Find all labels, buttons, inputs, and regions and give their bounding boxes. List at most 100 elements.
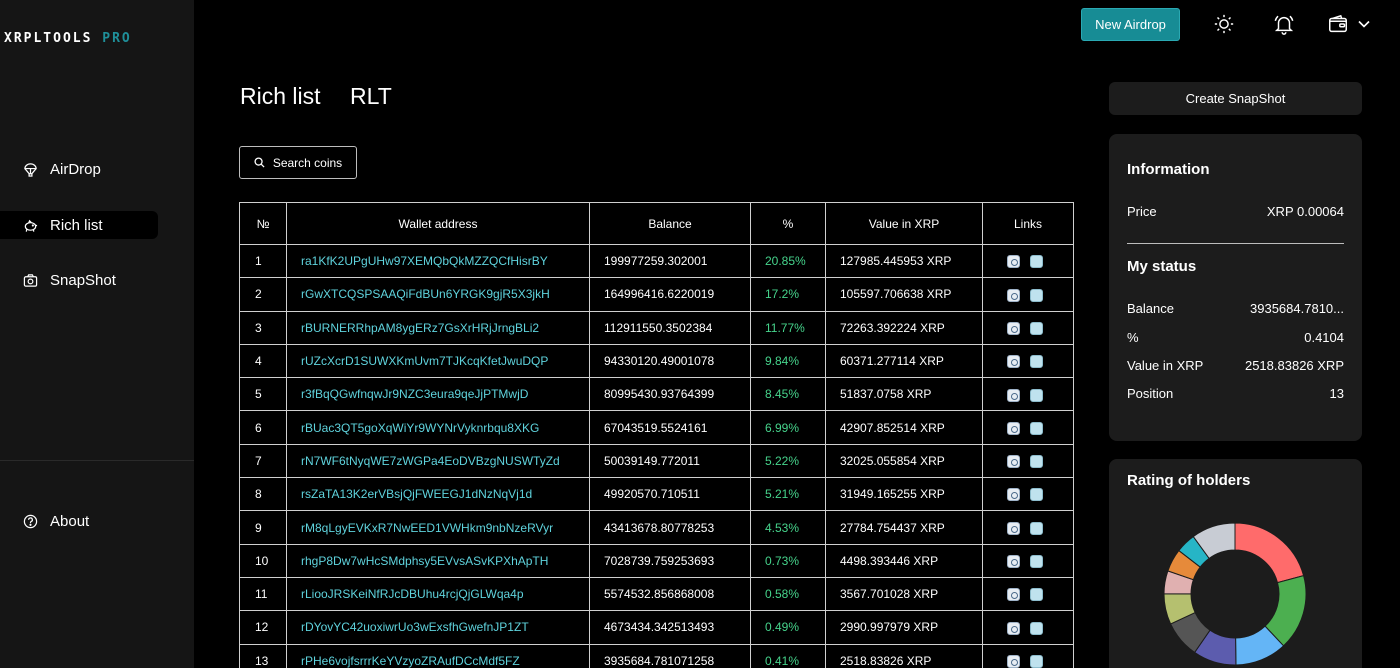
- table-row: 13 rPHe6vojfsrrrKeYVzyoZRAufDCcMdf5FZ 3935…: [239, 643, 1074, 668]
- balance-cell: 49920570.710511: [589, 477, 751, 512]
- explorer-link-icon[interactable]: [1007, 654, 1020, 668]
- wallet-address-link[interactable]: rBUac3QT5goXqWiYr9WYNrVyknrbqu8XKG: [286, 410, 590, 445]
- logo-text: XRPLTOOLS: [4, 31, 93, 46]
- explorer-link-icon[interactable]: [1007, 421, 1020, 435]
- external-link-icon[interactable]: [1030, 455, 1043, 469]
- links-cell: [982, 343, 1074, 379]
- table-row: 6 rBUac3QT5goXqWiYr9WYNrVyknrbqu8XKG 67043…: [239, 410, 1074, 445]
- my-status-title: My status: [1127, 258, 1197, 275]
- column-header: Value in XRP: [825, 202, 983, 245]
- value-xrp-cell: 3567.701028 XRP: [825, 576, 983, 612]
- table-row: 7 rN7WF6tNyqWE7zWGPa4EoDVBzgNUSWTyZd 50039…: [239, 443, 1074, 479]
- wallet-address-link[interactable]: r3fBqQGwfnqwJr9NZC3eura9qeJjPTMwjD: [286, 377, 590, 412]
- new-airdrop-button[interactable]: New Airdrop: [1081, 8, 1180, 41]
- external-link-icon[interactable]: [1030, 588, 1043, 602]
- external-link-icon[interactable]: [1030, 621, 1043, 635]
- sidebar-item-airdrop[interactable]: AirDrop: [0, 155, 158, 183]
- percent-cell: 4.53%: [750, 510, 826, 545]
- sidebar-item-about[interactable]: About: [0, 507, 158, 535]
- value-xrp-cell: 60371.277114 XRP: [825, 343, 983, 379]
- wallet-address-link[interactable]: rBURNERRhpAM8ygERz7GsXrHRjJrngBLi2: [286, 310, 590, 345]
- balance-cell: 67043519.5524161: [589, 410, 751, 445]
- create-snapshot-button[interactable]: Create SnapShot: [1109, 82, 1362, 115]
- explorer-link-icon[interactable]: [1007, 388, 1020, 402]
- sidebar: XRPLTOOLS PRO AirDrop Rich list SnapShot…: [0, 0, 194, 668]
- donut-slice[interactable]: [1234, 523, 1305, 584]
- row-number: 9: [239, 510, 287, 545]
- value-xrp-cell: 42907.852514 XRP: [825, 410, 983, 445]
- wallet-address-link[interactable]: rLiooJRSKeiNfRJcDBUhu4rcjQjGLWqa4p: [286, 576, 590, 612]
- explorer-link-icon[interactable]: [1007, 321, 1020, 335]
- sidebar-item-snapshot[interactable]: SnapShot: [0, 266, 158, 294]
- links-cell: [982, 377, 1074, 412]
- links-cell: [982, 610, 1074, 645]
- sidebar-item-rich-list[interactable]: Rich list: [0, 211, 158, 239]
- external-link-icon[interactable]: [1030, 421, 1043, 435]
- percent-cell: 5.22%: [750, 443, 826, 479]
- row-number: 4: [239, 343, 287, 379]
- external-link-icon[interactable]: [1030, 654, 1043, 668]
- table-row: 2 rGwXTCQSPSAAQiFdBUn6YRGK9gjR5X3jkH 16499…: [239, 277, 1074, 312]
- percent-cell: 20.85%: [750, 243, 826, 279]
- wallet-address-link[interactable]: rGwXTCQSPSAAQiFdBUn6YRGK9gjR5X3jkH: [286, 277, 590, 312]
- help-circle-icon: [22, 513, 38, 529]
- links-cell: [982, 243, 1074, 279]
- bell-icon[interactable]: [1272, 12, 1296, 36]
- explorer-link-icon[interactable]: [1007, 288, 1020, 302]
- wallet-address-link[interactable]: rPHe6vojfsrrrKeYVzyoZRAufDCcMdf5FZ: [286, 643, 590, 668]
- column-header: Balance: [589, 202, 751, 245]
- explorer-link-icon[interactable]: [1007, 521, 1020, 535]
- wallet-address-link[interactable]: rDYovYC42uoxiwrUo3wExsfhGwefnJP1ZT: [286, 610, 590, 645]
- search-coins-button[interactable]: Search coins: [239, 146, 357, 179]
- explorer-link-icon[interactable]: [1007, 588, 1020, 602]
- tab-rlt[interactable]: RLT: [350, 83, 392, 110]
- sidebar-item-label: Rich list: [50, 216, 103, 234]
- explorer-link-icon[interactable]: [1007, 554, 1020, 568]
- external-link-icon[interactable]: [1030, 288, 1043, 302]
- row-number: 6: [239, 410, 287, 445]
- wallet-address-link[interactable]: rhgP8Dw7wHcSMdphsy5EVvsASvKPXhApTH: [286, 543, 590, 578]
- wallet-address-link[interactable]: rUZcXcrD1SUWXKmUvm7TJKcqKfetJwuDQP: [286, 343, 590, 379]
- links-cell: [982, 510, 1074, 545]
- wallet-address-link[interactable]: ra1KfK2UPgUHw97XEMQbQkMZZQCfHisrBY: [286, 243, 590, 279]
- row-number: 8: [239, 477, 287, 512]
- wallet-icon[interactable]: [1326, 12, 1350, 36]
- external-link-icon[interactable]: [1030, 488, 1043, 502]
- chevron-down-icon[interactable]: [1354, 12, 1374, 36]
- external-link-icon[interactable]: [1030, 521, 1043, 535]
- table-row: 11 rLiooJRSKeiNfRJcDBUhu4rcjQjGLWqa4p 5574…: [239, 576, 1074, 612]
- explorer-link-icon[interactable]: [1007, 455, 1020, 469]
- table-row: 9 rM8qLgyEVKxR7NwEED1VWHkm9nbNzeRVyr 43413…: [239, 510, 1074, 545]
- status-label: Value in XRP: [1127, 358, 1204, 373]
- explorer-link-icon[interactable]: [1007, 621, 1020, 635]
- links-cell: [982, 310, 1074, 345]
- external-link-icon[interactable]: [1030, 388, 1043, 402]
- tab-rich-list[interactable]: Rich list: [240, 83, 321, 110]
- value-xrp-cell: 32025.055854 XRP: [825, 443, 983, 479]
- sidebar-item-label: SnapShot: [50, 271, 116, 289]
- explorer-link-icon[interactable]: [1007, 488, 1020, 502]
- explorer-link-icon[interactable]: [1007, 355, 1020, 369]
- explorer-link-icon[interactable]: [1007, 255, 1020, 269]
- app-logo[interactable]: XRPLTOOLS PRO: [4, 31, 132, 46]
- links-cell: [982, 410, 1074, 445]
- wallet-address-link[interactable]: rsZaTA13K2erVBsjQjFWEEGJ1dNzNqVj1d: [286, 477, 590, 512]
- status-label: Position: [1127, 386, 1174, 401]
- links-cell: [982, 543, 1074, 578]
- external-link-icon[interactable]: [1030, 255, 1043, 269]
- percent-cell: 17.2%: [750, 277, 826, 312]
- percent-cell: 0.41%: [750, 643, 826, 668]
- wallet-address-link[interactable]: rM8qLgyEVKxR7NwEED1VWHkm9nbNzeRVyr: [286, 510, 590, 545]
- wallet-address-link[interactable]: rN7WF6tNyqWE7zWGPa4EoDVBzgNUSWTyZd: [286, 443, 590, 479]
- links-cell: [982, 576, 1074, 612]
- percent-cell: 0.58%: [750, 576, 826, 612]
- row-number: 2: [239, 277, 287, 312]
- external-link-icon[interactable]: [1030, 321, 1043, 335]
- sun-icon[interactable]: [1212, 12, 1236, 36]
- value-xrp-cell: 51837.0758 XRP: [825, 377, 983, 412]
- percent-cell: 6.99%: [750, 410, 826, 445]
- value-xrp-cell: 27784.754437 XRP: [825, 510, 983, 545]
- external-link-icon[interactable]: [1030, 355, 1043, 369]
- percent-cell: 11.77%: [750, 310, 826, 345]
- external-link-icon[interactable]: [1030, 554, 1043, 568]
